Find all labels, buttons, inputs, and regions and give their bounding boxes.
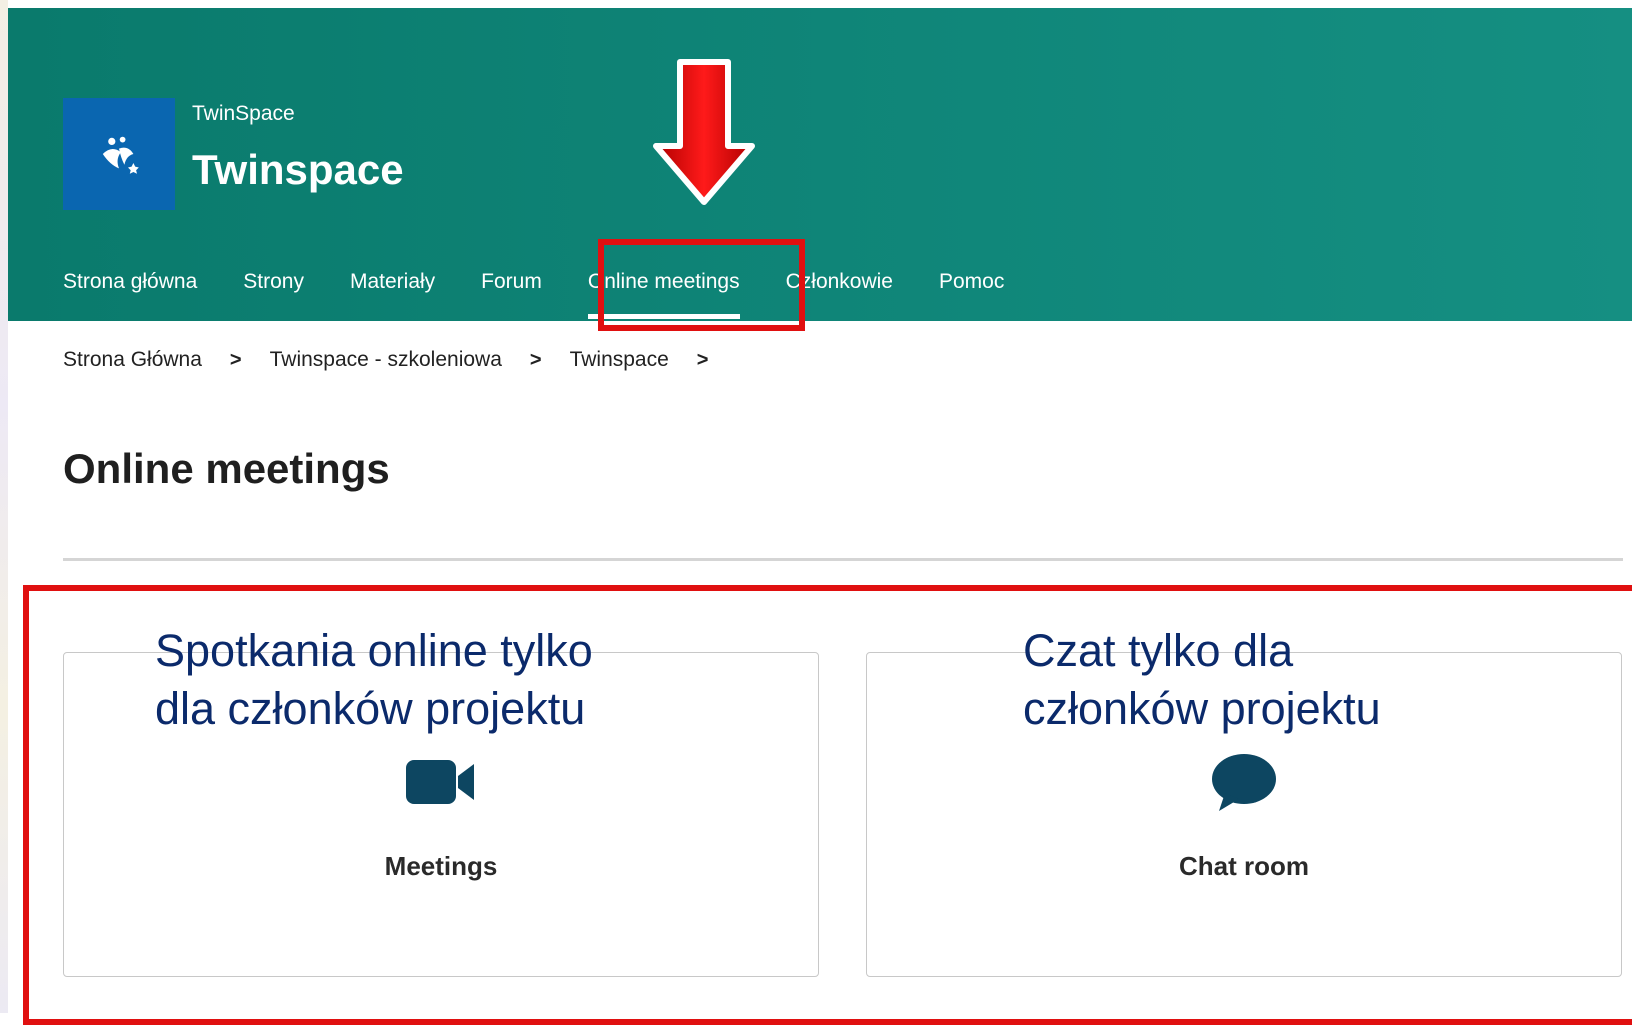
site-title[interactable]: Twinspace: [192, 146, 404, 194]
site-header: TwinSpace Twinspace Strona główna Strony…: [8, 8, 1632, 321]
site-kicker: TwinSpace: [192, 102, 295, 125]
nav-item-help[interactable]: Pomoc: [939, 270, 1004, 320]
nav-item-materials[interactable]: Materiały: [350, 270, 435, 320]
left-decorative-strip: [0, 0, 8, 1013]
page-title: Online meetings: [63, 445, 390, 492]
breadcrumb-project[interactable]: Twinspace - szkoleniowa: [270, 348, 502, 372]
breadcrumb-separator: >: [229, 348, 242, 371]
breadcrumb-separator: >: [529, 348, 542, 371]
breadcrumb-home[interactable]: Strona Główna: [63, 348, 202, 372]
breadcrumb-twinspace[interactable]: Twinspace: [570, 348, 669, 372]
nav-item-pages[interactable]: Strony: [243, 270, 304, 320]
nav-item-forum[interactable]: Forum: [481, 270, 542, 320]
twinspace-logo[interactable]: [63, 98, 175, 210]
breadcrumb-separator: >: [696, 348, 709, 371]
etwinning-logo-icon: [102, 136, 139, 174]
nav-highlight-box: [598, 239, 805, 331]
down-arrow-annotation-icon: [653, 59, 755, 205]
main-nav: Strona główna Strony Materiały Forum Onl…: [63, 270, 1050, 320]
cards-highlight-box: [23, 585, 1632, 1025]
breadcrumb: Strona Główna > Twinspace - szkoleniowa …: [63, 348, 736, 372]
divider: [63, 558, 1623, 561]
nav-item-home[interactable]: Strona główna: [63, 270, 197, 320]
